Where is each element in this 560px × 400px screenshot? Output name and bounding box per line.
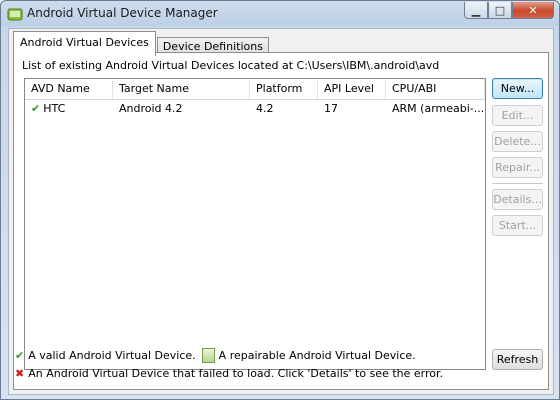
table-row[interactable]: ✔ HTC Android 4.2 4.2 17 ARM (armeabi-...: [25, 100, 485, 118]
legend-repairable-text: A repairable Android Virtual Device.: [218, 349, 416, 362]
valid-check-icon: ✔: [15, 349, 25, 362]
avd-location-description: List of existing Android Virtual Devices…: [22, 59, 440, 72]
tab-panel: List of existing Android Virtual Devices…: [13, 52, 549, 390]
cell-avd-name: ✔ HTC: [25, 100, 113, 118]
avd-name-text: HTC: [43, 102, 66, 115]
new-button[interactable]: New...: [492, 78, 543, 99]
button-separator: [492, 183, 543, 184]
legend-failed-text: An Android Virtual Device that failed to…: [28, 367, 443, 380]
valid-check-icon: ✔: [31, 102, 41, 115]
repair-button[interactable]: Repair...: [492, 157, 543, 178]
close-icon: ✕: [528, 3, 538, 17]
failed-x-icon: ✖: [15, 367, 25, 380]
cell-platform: 4.2: [256, 102, 274, 115]
client-area: Android Virtual Devices Device Definitio…: [8, 28, 554, 395]
edit-button[interactable]: Edit...: [492, 105, 543, 126]
avd-manager-window: Android Virtual Device Manager ▁ □ ✕ And…: [0, 0, 560, 400]
android-app-icon: [7, 8, 23, 21]
legend-valid-text: A valid Android Virtual Device.: [28, 349, 196, 362]
refresh-button[interactable]: Refresh: [492, 349, 543, 370]
title-bar[interactable]: Android Virtual Device Manager ▁ □ ✕: [1, 1, 559, 27]
details-button[interactable]: Details...: [492, 189, 543, 210]
column-header-target-name[interactable]: Target Name: [113, 79, 250, 99]
column-header-platform[interactable]: Platform: [250, 79, 318, 99]
column-header-avd-name[interactable]: AVD Name: [25, 79, 113, 99]
minimize-icon: ▁: [471, 3, 481, 17]
column-header-cpu-abi[interactable]: CPU/ABI: [386, 79, 485, 99]
maximize-icon: □: [494, 3, 506, 17]
legend-row-2: ✖ An Android Virtual Device that failed …: [15, 367, 443, 380]
cell-target-name: Android 4.2: [119, 102, 183, 115]
start-button[interactable]: Start...: [492, 215, 543, 236]
avd-table[interactable]: AVD Name Target Name Platform API Level …: [24, 78, 486, 370]
tab-android-virtual-devices[interactable]: Android Virtual Devices: [13, 31, 156, 56]
repairable-icon: [201, 348, 215, 363]
cell-cpu-abi: ARM (armeabi-...: [392, 102, 485, 115]
table-header: AVD Name Target Name Platform API Level …: [25, 79, 485, 100]
window-title: Android Virtual Device Manager: [27, 6, 218, 20]
maximize-button[interactable]: □: [488, 2, 512, 19]
column-header-api-level[interactable]: API Level: [318, 79, 386, 99]
legend-row-1: ✔ A valid Android Virtual Device. A repa…: [15, 348, 416, 363]
caption-buttons: ▁ □ ✕: [464, 2, 554, 19]
close-button[interactable]: ✕: [512, 2, 554, 19]
delete-button[interactable]: Delete...: [492, 131, 543, 152]
cell-api-level: 17: [324, 102, 338, 115]
minimize-button[interactable]: ▁: [464, 2, 488, 19]
